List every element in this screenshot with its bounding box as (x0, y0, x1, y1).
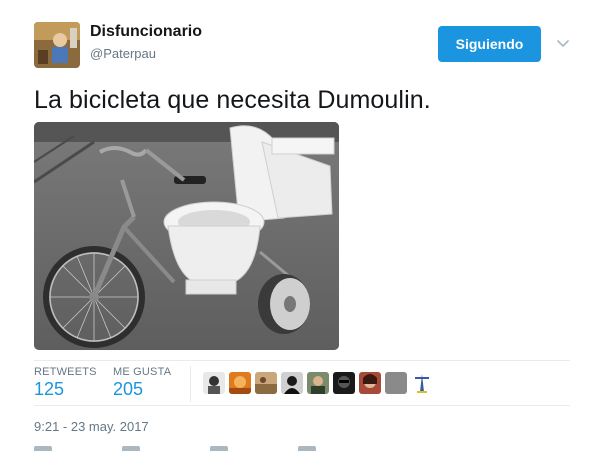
retweets-count[interactable]: 125 (34, 379, 97, 400)
liker-avatar[interactable] (281, 372, 303, 394)
liker-avatar[interactable] (229, 372, 251, 394)
message-icon[interactable] (298, 446, 316, 451)
liker-avatar[interactable] (333, 372, 355, 394)
retweets-label: RETWEETS (34, 366, 97, 378)
tweet-text: La bicicleta que necesita Dumoulin. (34, 86, 431, 114)
liker-avatar[interactable] (255, 372, 277, 394)
likes-count[interactable]: 205 (113, 379, 171, 400)
tweet-actions-partial (34, 446, 354, 453)
user-handle[interactable]: @Paterpau (90, 46, 156, 61)
tweet-photo[interactable] (34, 122, 339, 350)
user-avatar[interactable] (34, 22, 80, 68)
like-icon[interactable] (210, 446, 228, 451)
tweet-timestamp[interactable]: 9:21 - 23 may. 2017 (34, 419, 149, 434)
likes-stat[interactable]: ME GUSTA 205 (113, 366, 171, 400)
retweet-icon[interactable] (122, 446, 140, 451)
likes-label: ME GUSTA (113, 366, 172, 378)
stats-divider-top (34, 360, 570, 361)
display-name[interactable]: Disfuncionario (90, 23, 202, 41)
liker-avatar[interactable] (385, 372, 407, 394)
liker-avatar[interactable] (359, 372, 381, 394)
liker-avatar[interactable] (203, 372, 225, 394)
retweets-stat[interactable]: RETWEETS 125 (34, 366, 97, 400)
stats-divider-bottom (34, 405, 570, 406)
reply-icon[interactable] (34, 446, 52, 451)
stats-vertical-divider (190, 366, 191, 402)
following-button[interactable]: Siguiendo (438, 26, 541, 62)
chevron-down-icon[interactable] (556, 36, 570, 50)
liker-avatar[interactable] (411, 372, 433, 394)
liker-avatar[interactable] (307, 372, 329, 394)
liker-avatars (203, 372, 433, 394)
